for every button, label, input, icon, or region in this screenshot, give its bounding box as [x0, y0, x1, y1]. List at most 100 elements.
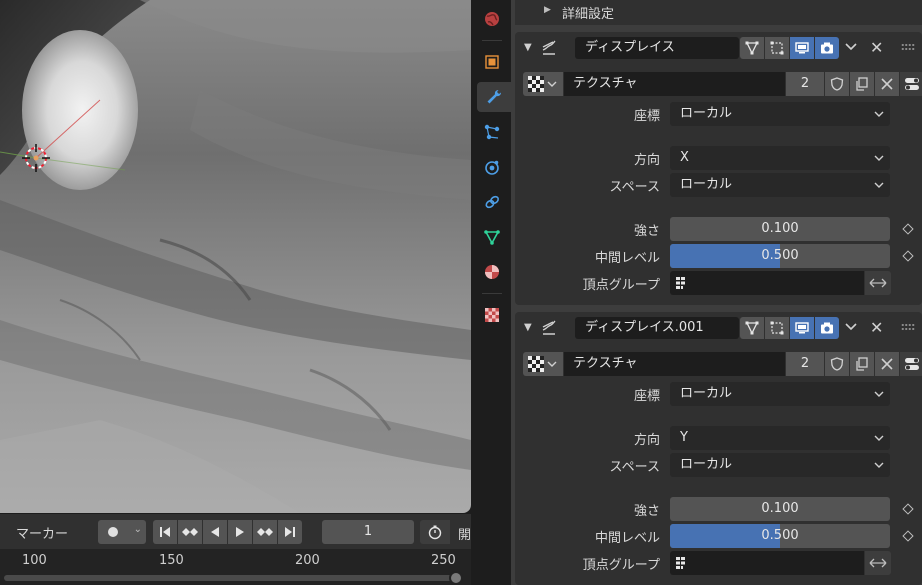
direction-dropdown[interactable]: X [670, 146, 890, 170]
scrollbar-handle[interactable] [449, 571, 463, 585]
midlevel-row: 中間レベル 0.500 [515, 244, 922, 268]
advanced-settings-label: 詳細設定 [562, 7, 615, 22]
midlevel-value: 0.500 [761, 528, 799, 543]
space-dropdown[interactable]: ローカル [670, 173, 890, 197]
mesh-data-icon [484, 230, 500, 245]
coords-dropdown[interactable]: ローカル [670, 102, 890, 126]
camera-icon [821, 322, 833, 334]
space-dropdown[interactable]: ローカル [670, 453, 890, 477]
displace-modifier-icon [542, 320, 556, 335]
constraints-tab[interactable] [477, 187, 507, 217]
strength-field[interactable]: 0.100 [670, 217, 890, 241]
settings-toggle-icon [905, 358, 919, 370]
auto-keying-button[interactable]: ⌄ [98, 520, 146, 544]
ruler-tick: 200 [295, 553, 320, 568]
unlink-texture-button[interactable] [875, 72, 899, 96]
texture-tab[interactable] [477, 300, 507, 330]
midlevel-slider[interactable]: 0.500 [670, 524, 890, 548]
ruler-tick: 250 [431, 553, 456, 568]
play-reverse-button[interactable] [203, 520, 227, 544]
physics-icon [485, 160, 499, 175]
viewport-toggle[interactable] [790, 317, 814, 339]
keyframe-diamond-icon[interactable] [902, 223, 914, 235]
texture-name-field[interactable]: テクスチャ [564, 352, 785, 376]
chevron-down-icon[interactable] [844, 40, 858, 54]
vertex-group-field[interactable] [670, 551, 864, 575]
keyframe-diamond-icon[interactable] [902, 530, 914, 542]
invert-vertex-group-button[interactable] [865, 271, 891, 295]
viewport-toggle[interactable] [790, 37, 814, 59]
world-tab[interactable] [477, 4, 507, 34]
3d-viewport[interactable] [0, 0, 471, 513]
edit-mode-button[interactable] [765, 37, 789, 59]
physics-tab[interactable] [477, 152, 507, 182]
timeline-scrollbar[interactable] [4, 575, 460, 581]
texture-users-count[interactable]: 2 [786, 352, 824, 376]
close-icon[interactable]: ✕ [870, 318, 883, 337]
next-keyframe-button[interactable] [253, 520, 277, 544]
direction-row: 方向 X [515, 146, 922, 170]
close-icon [881, 78, 893, 90]
current-frame-field[interactable]: 1 [322, 520, 414, 544]
stopwatch-button[interactable] [420, 520, 450, 544]
render-toggle[interactable] [815, 317, 839, 339]
vertex-group-field[interactable] [670, 271, 864, 295]
edit-mode-button[interactable] [765, 317, 789, 339]
close-icon[interactable]: ✕ [870, 38, 883, 57]
texture-properties-button[interactable] [900, 352, 922, 376]
fake-user-button[interactable] [825, 352, 849, 376]
texture-users-count[interactable]: 2 [786, 72, 824, 96]
keyframe-diamond-icon[interactable] [902, 250, 914, 262]
play-button[interactable] [228, 520, 252, 544]
render-toggle[interactable] [815, 37, 839, 59]
strength-row: 強さ 0.100 [515, 217, 922, 241]
jump-end-button[interactable] [278, 520, 302, 544]
direction-value: X [680, 150, 689, 165]
modifier-tab[interactable] [477, 82, 511, 112]
texture-properties-button[interactable] [900, 72, 922, 96]
duplicate-texture-button[interactable] [850, 352, 874, 376]
texture-name-field[interactable]: テクスチャ [564, 72, 785, 96]
triangle-down-icon[interactable]: ▼ [524, 42, 532, 53]
jump-start-button[interactable] [153, 520, 177, 544]
coords-dropdown[interactable]: ローカル [670, 382, 890, 406]
coords-value: ローカル [680, 386, 733, 401]
drag-grip-icon[interactable] [901, 323, 915, 331]
object-tab[interactable] [477, 47, 507, 77]
direction-dropdown[interactable]: Y [670, 426, 890, 450]
advanced-settings-subpanel[interactable]: ▶ 詳細設定 [515, 0, 922, 25]
modifier-header: ▼ ディスプレイス ✕ [515, 32, 922, 64]
unlink-texture-button[interactable] [875, 352, 899, 376]
modifier-name-field[interactable]: ディスプレイス [575, 37, 739, 59]
marker-menu[interactable]: マーカー [16, 523, 68, 542]
edit-cage-button[interactable] [740, 37, 764, 59]
keyframe-diamond-icon[interactable] [902, 503, 914, 515]
edit-cage-button[interactable] [740, 317, 764, 339]
3d-cursor-icon[interactable] [22, 144, 50, 172]
timeline-ruler[interactable]: 100 150 200 250 [0, 549, 471, 585]
playback-controls [153, 520, 302, 544]
fake-user-button[interactable] [825, 72, 849, 96]
material-tab[interactable] [477, 257, 507, 287]
settings-toggle-icon [905, 78, 919, 90]
particles-tab[interactable] [477, 117, 507, 147]
chevron-down-icon [547, 361, 557, 367]
modifier-name-field[interactable]: ディスプレイス.001 [575, 317, 739, 339]
particles-icon [484, 124, 500, 140]
texture-browse-button[interactable] [523, 72, 563, 96]
chevron-down-icon[interactable] [844, 320, 858, 334]
tunnel-mesh-render [0, 0, 471, 513]
drag-grip-icon[interactable] [901, 43, 915, 51]
start-frame-label: 開 [458, 528, 471, 543]
strength-value: 0.100 [761, 221, 799, 236]
midlevel-slider[interactable]: 0.500 [670, 244, 890, 268]
invert-vertex-group-button[interactable] [865, 551, 891, 575]
duplicate-texture-button[interactable] [850, 72, 874, 96]
triangle-down-icon[interactable]: ▼ [524, 322, 532, 333]
data-tab[interactable] [477, 222, 507, 252]
strength-field[interactable]: 0.100 [670, 497, 890, 521]
texture-browse-button[interactable] [523, 352, 563, 376]
duplicate-icon [856, 77, 868, 91]
stopwatch-icon [428, 525, 442, 540]
prev-keyframe-button[interactable] [178, 520, 202, 544]
